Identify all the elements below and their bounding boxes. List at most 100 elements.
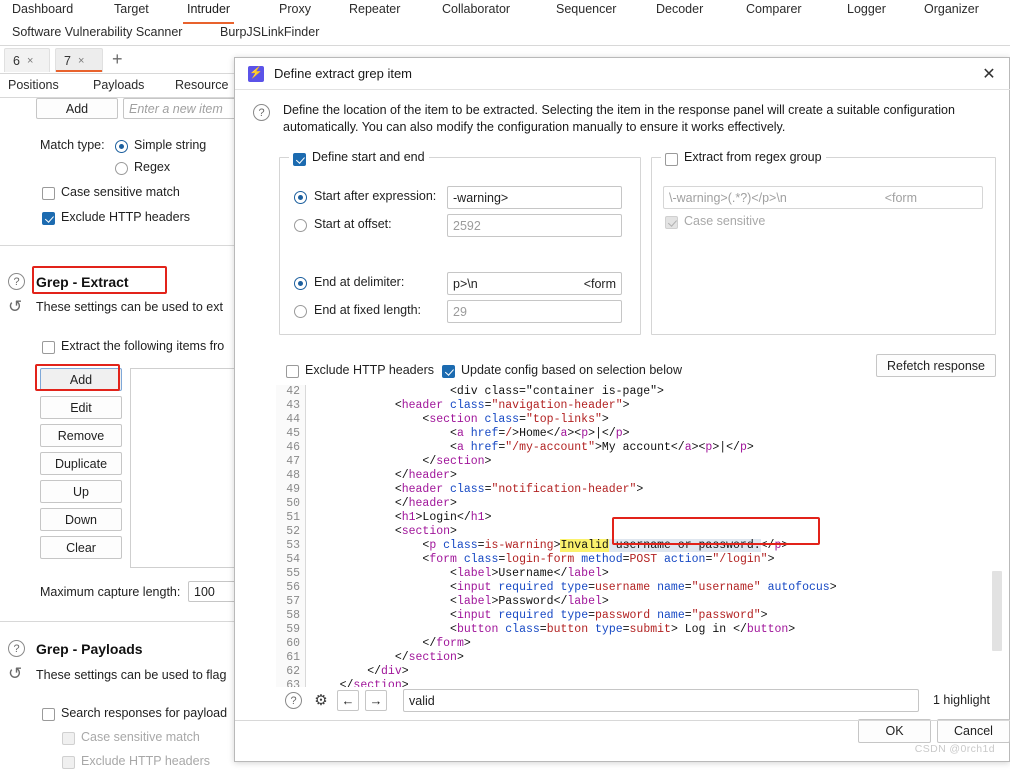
main-tab-logger[interactable]: Logger	[843, 0, 890, 22]
code-scrollbar-thumb[interactable]	[992, 571, 1002, 651]
code-line[interactable]: <input required type=username name="user…	[312, 581, 837, 595]
extract-edit-button[interactable]: Edit	[40, 396, 122, 419]
search-responses-checkbox[interactable]	[42, 708, 55, 721]
define-start-end-legend[interactable]: Define start and end	[289, 150, 429, 166]
main-tab-extension-0[interactable]: Software Vulnerability Scanner	[8, 23, 186, 44]
main-tab-extension-1[interactable]: BurpJSLinkFinder	[216, 23, 323, 44]
ok-button[interactable]: OK	[858, 719, 931, 743]
main-tab-bar[interactable]: Dashboard Target Intruder Proxy Repeater Coll…	[0, 0, 1010, 46]
extract-remove-button[interactable]: Remove	[40, 424, 122, 447]
code-line[interactable]: </div>	[312, 665, 408, 679]
code-line[interactable]: </section>	[312, 455, 491, 469]
main-tab-organizer[interactable]: Organizer	[920, 0, 983, 22]
code-line[interactable]: <input required type=password name="pass…	[312, 609, 768, 623]
cancel-button[interactable]: Cancel	[937, 719, 1010, 743]
regex-pattern-input[interactable]: \-warning>(.*?)</p>\n <form	[663, 186, 983, 209]
exclude-http-headers-checkbox[interactable]	[42, 212, 55, 225]
update-config-checkbox[interactable]	[442, 365, 455, 378]
start-after-expression-radio[interactable]	[294, 191, 307, 204]
attack-tab-7[interactable]: 7 ×	[55, 48, 103, 72]
extract-regex-checkbox[interactable]	[665, 152, 678, 166]
main-tab-repeater[interactable]: Repeater	[345, 0, 404, 22]
main-tab-sequencer[interactable]: Sequencer	[552, 0, 620, 22]
end-at-fixed-length-radio[interactable]	[294, 305, 307, 318]
code-token: </	[312, 455, 437, 468]
sub-tab-payloads[interactable]: Payloads	[93, 78, 144, 92]
grep-payloads-help-icon[interactable]: ?	[8, 640, 25, 657]
code-line[interactable]: <header class="notification-header">	[312, 483, 644, 497]
main-tab-target[interactable]: Target	[110, 0, 153, 22]
payload-exclude-headers-checkbox[interactable]	[62, 756, 75, 769]
grep-payloads-reset-icon[interactable]: ↺	[8, 665, 22, 682]
payload-case-sensitive-checkbox[interactable]	[62, 732, 75, 745]
new-payload-item-input[interactable]	[123, 98, 251, 119]
code-token: <	[312, 553, 430, 566]
code-line[interactable]: <section class="top-links">	[312, 413, 608, 427]
code-line[interactable]: <label>Password</label>	[312, 595, 609, 609]
start-after-expression-input[interactable]	[447, 186, 622, 209]
code-line[interactable]: </section>	[312, 651, 464, 665]
sub-tab-resource[interactable]: Resource	[175, 78, 229, 92]
find-input[interactable]	[403, 689, 919, 712]
start-at-offset-input[interactable]	[447, 214, 622, 237]
intruder-sub-tab-bar[interactable]: Positions Payloads Resource	[0, 78, 260, 98]
main-tab-decoder[interactable]: Decoder	[652, 0, 707, 22]
payload-add-button[interactable]: Add	[36, 98, 118, 119]
main-tab-dashboard[interactable]: Dashboard	[8, 0, 77, 22]
response-code-viewer[interactable]: 42 <div class="container is-page"> 43 <he…	[276, 385, 1004, 687]
extract-down-button[interactable]: Down	[40, 508, 122, 531]
code-line[interactable]: </header>	[312, 497, 457, 511]
code-line[interactable]: <h1>Login</h1>	[312, 511, 492, 525]
start-at-offset-radio[interactable]	[294, 219, 307, 232]
end-at-fixed-length-input[interactable]	[447, 300, 622, 323]
main-tab-comparer[interactable]: Comparer	[742, 0, 806, 22]
code-line[interactable]: </section>	[312, 679, 409, 687]
code-line[interactable]: <label>Username</label>	[312, 567, 609, 581]
main-tab-collaborator[interactable]: Collaborator	[438, 0, 514, 22]
extract-add-button[interactable]: Add	[40, 368, 122, 391]
grep-extract-help-icon[interactable]: ?	[8, 273, 25, 290]
code-line[interactable]: <section>	[312, 525, 457, 539]
find-previous-icon[interactable]: ←	[337, 690, 359, 711]
end-at-delimiter-radio[interactable]	[294, 277, 307, 290]
grep-extract-reset-icon[interactable]: ↺	[8, 298, 22, 315]
close-icon[interactable]: ✕	[979, 64, 999, 84]
code-line[interactable]: </form>	[312, 637, 470, 651]
code-line[interactable]: <header class="navigation-header">	[312, 399, 630, 413]
code-line[interactable]: <div class="container is-page">	[312, 385, 664, 399]
match-type-regex-radio[interactable]	[115, 162, 128, 175]
find-help-icon[interactable]: ?	[285, 692, 302, 709]
regex-case-sensitive-checkbox[interactable]	[665, 216, 678, 229]
code-line[interactable]: <a href="/my-account">My account</a><p>|…	[312, 441, 754, 455]
close-icon[interactable]: ×	[27, 55, 33, 67]
code-line[interactable]: </header>	[312, 469, 457, 483]
refetch-response-button[interactable]: Refetch response	[876, 354, 996, 377]
new-attack-tab-icon[interactable]: +	[112, 50, 123, 68]
extract-duplicate-button[interactable]: Duplicate	[40, 452, 122, 475]
code-line[interactable]: <form class=login-form method=POST actio…	[312, 553, 774, 567]
code-line[interactable]: <p class=is-warning>Invalid username or …	[312, 539, 788, 553]
code-line[interactable]: <a href=/>Home</a><p>|</p>	[312, 427, 630, 441]
main-tab-intruder[interactable]: Intruder	[183, 0, 235, 24]
extract-items-list[interactable]	[130, 368, 251, 568]
sub-tab-positions[interactable]: Positions	[8, 78, 59, 92]
end-at-delimiter-input[interactable]: p>\n <form	[447, 272, 622, 295]
attack-tab-bar[interactable]: 6 × 7 × +	[0, 48, 260, 74]
extract-up-button[interactable]: Up	[40, 480, 122, 503]
match-type-simple-string-radio[interactable]	[115, 140, 128, 153]
case-sensitive-match-checkbox[interactable]	[42, 187, 55, 200]
find-next-icon[interactable]: →	[365, 690, 387, 711]
dialog-exclude-http-headers-checkbox[interactable]	[286, 365, 299, 378]
extract-regex-legend[interactable]: Extract from regex group	[661, 150, 826, 166]
gear-icon[interactable]: ⚙	[312, 691, 330, 709]
main-tab-proxy[interactable]: Proxy	[275, 0, 315, 22]
define-start-end-checkbox[interactable]	[293, 152, 306, 166]
attack-tab-6[interactable]: 6 ×	[4, 48, 50, 72]
close-icon[interactable]: ×	[78, 55, 84, 67]
code-token: "username"	[691, 581, 761, 594]
code-line[interactable]: <button class=button type=submit> Log in…	[312, 623, 795, 637]
extract-clear-button[interactable]: Clear	[40, 536, 122, 559]
code-line-number: 50	[286, 497, 300, 510]
dialog-help-icon[interactable]: ?	[253, 104, 270, 121]
extract-items-checkbox[interactable]	[42, 341, 55, 354]
